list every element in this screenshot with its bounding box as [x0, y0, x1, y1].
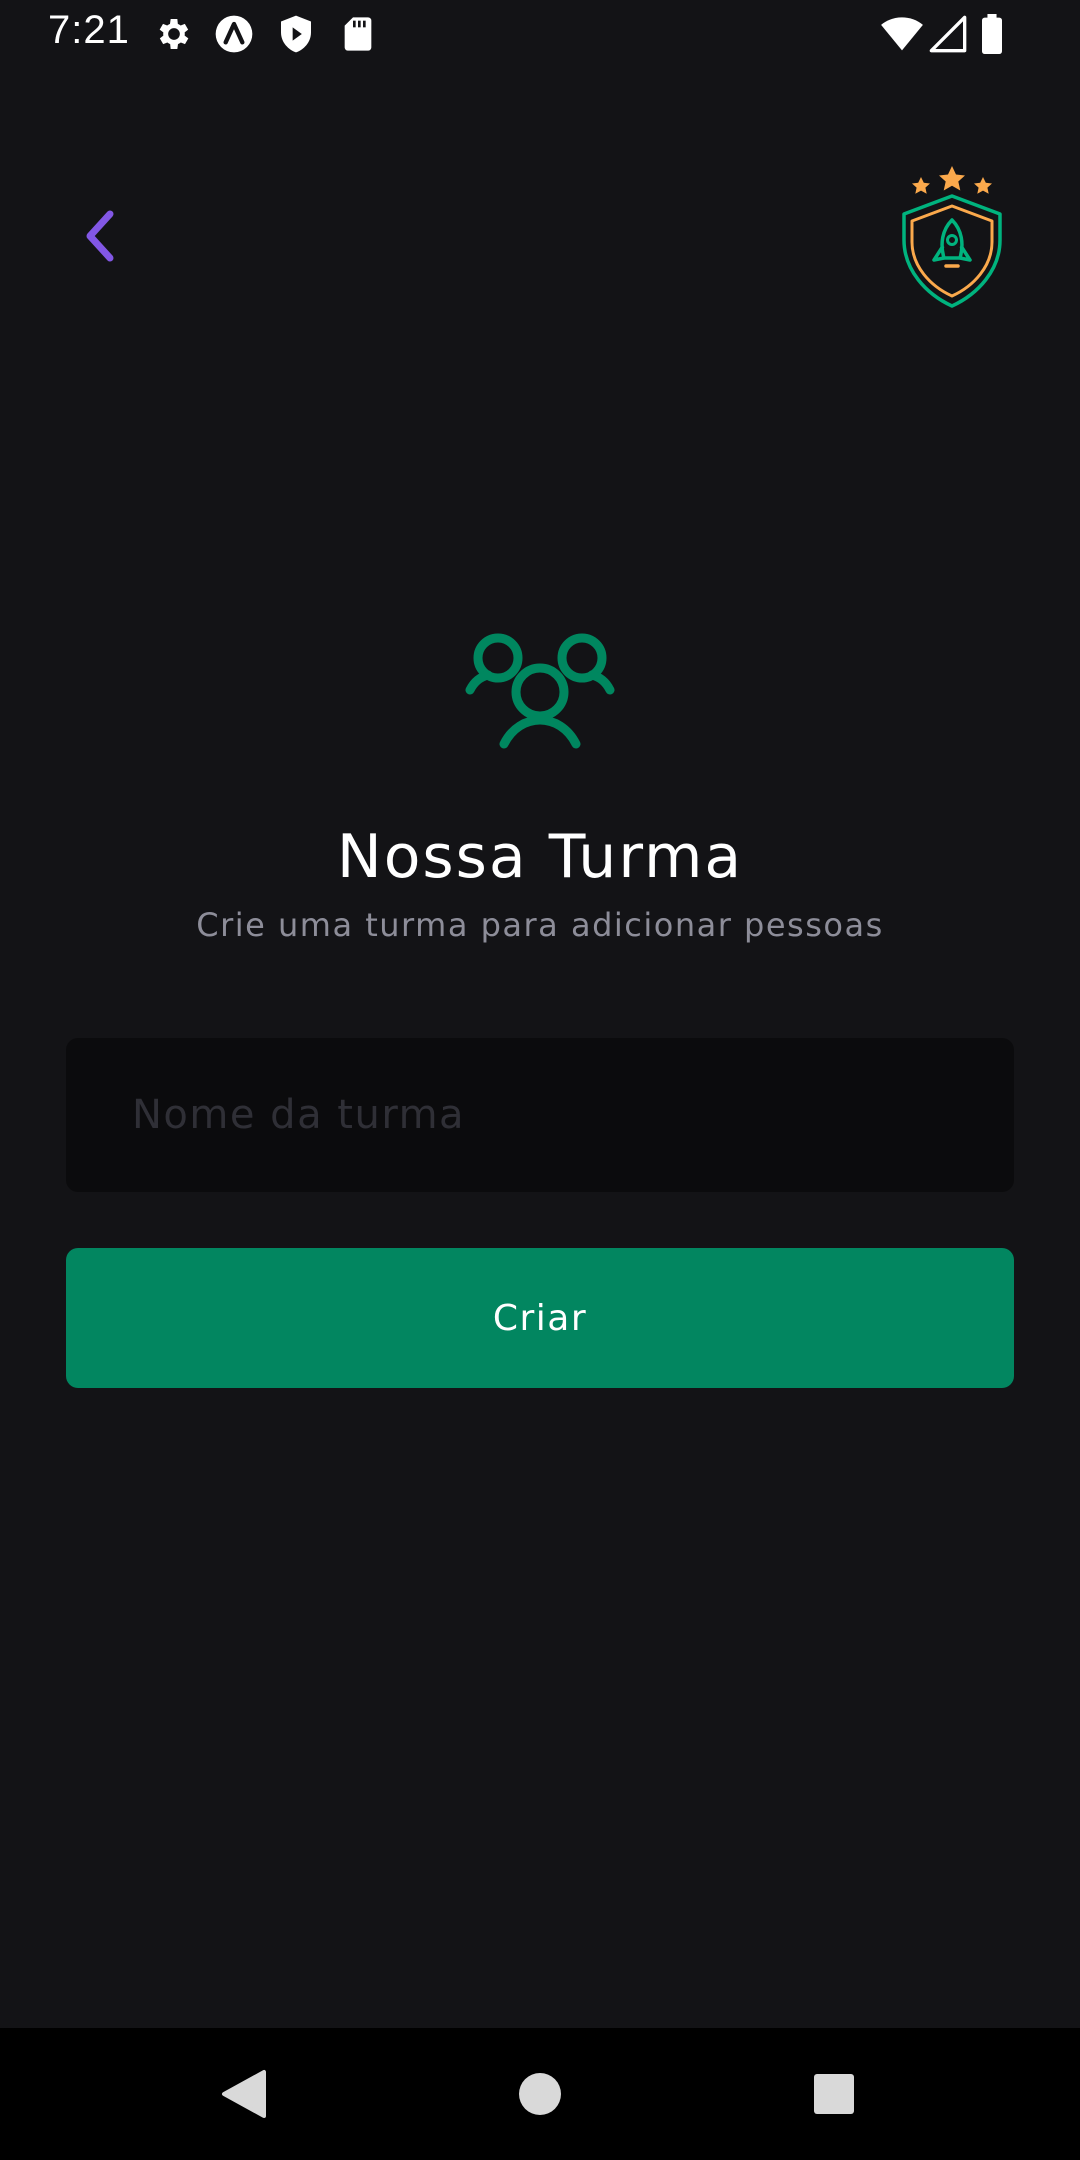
nav-home-button[interactable] — [504, 2058, 576, 2130]
home-circle-icon — [519, 2073, 561, 2115]
page-subtitle: Crie uma turma para adicionar pessoas — [196, 906, 884, 944]
star-icon — [939, 166, 965, 191]
app-a-icon — [214, 14, 254, 54]
nav-back-button[interactable] — [208, 2058, 280, 2130]
wifi-icon — [880, 14, 924, 54]
chevron-left-icon — [86, 210, 114, 262]
star-icon — [912, 177, 930, 194]
settings-icon — [154, 14, 194, 54]
create-button[interactable]: Criar — [66, 1248, 1014, 1388]
recents-square-icon — [814, 2074, 854, 2114]
users-group-icon — [464, 632, 616, 752]
shield-play-icon — [276, 14, 316, 54]
back-button[interactable] — [64, 200, 136, 272]
rocket-shield-logo — [896, 160, 1008, 312]
nav-recents-button[interactable] — [798, 2058, 870, 2130]
star-icon — [974, 177, 992, 194]
battery-icon — [980, 14, 1004, 54]
screen: 7:21 Nossa Turma Crie uma turma para adi… — [0, 0, 1080, 2160]
navigation-bar — [0, 2028, 1080, 2160]
back-triangle-icon — [222, 2070, 266, 2118]
signal-icon — [928, 14, 968, 54]
status-bar: 7:21 — [0, 0, 1080, 66]
page-title: Nossa Turma — [336, 822, 744, 892]
class-name-field — [66, 1038, 1014, 1192]
sd-card-icon — [338, 14, 378, 54]
class-name-input[interactable] — [66, 1038, 1014, 1192]
status-time: 7:21 — [48, 8, 130, 52]
